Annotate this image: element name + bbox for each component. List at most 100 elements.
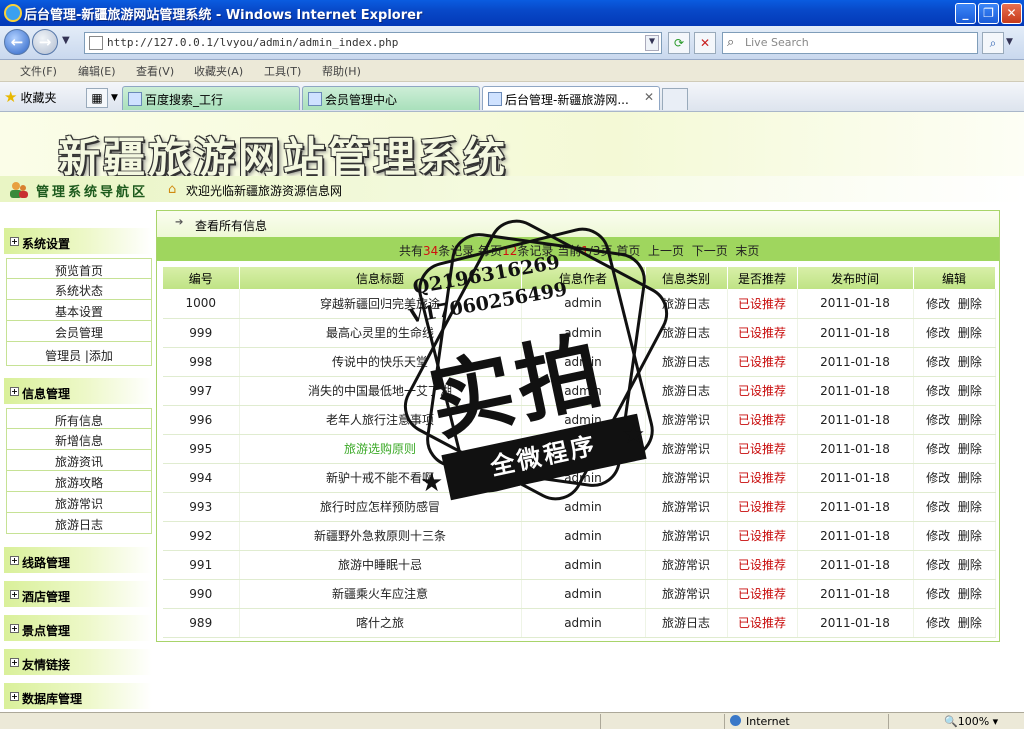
- cell-title[interactable]: 喀什之旅: [239, 608, 522, 638]
- search-input[interactable]: ⌕ Live Search: [722, 32, 978, 54]
- delete-link[interactable]: 删除: [958, 500, 982, 514]
- sidebar-item-preview[interactable]: 预览首页: [6, 258, 152, 279]
- edit-link[interactable]: 修改: [926, 297, 950, 311]
- cell-title[interactable]: 旅行时应怎样预防感冒: [239, 492, 522, 522]
- cell-recommend[interactable]: 已设推荐: [727, 289, 798, 319]
- cell-title[interactable]: 新疆野外急救原则十三条: [239, 521, 522, 551]
- cell-recommend[interactable]: 已设推荐: [727, 318, 798, 348]
- sidebar-section-system[interactable]: + 系统设置: [4, 228, 152, 254]
- edit-link[interactable]: 修改: [926, 558, 950, 572]
- sidebar-item-all-info[interactable]: 所有信息: [6, 408, 152, 429]
- edit-link[interactable]: 修改: [926, 500, 950, 514]
- last-page-link[interactable]: 末页: [735, 244, 759, 258]
- edit-link[interactable]: 修改: [926, 616, 950, 630]
- menu-favorites[interactable]: 收藏夹(A): [194, 63, 243, 79]
- maximize-button[interactable]: ❐: [978, 3, 999, 24]
- cell-recommend[interactable]: 已设推荐: [727, 463, 798, 493]
- delete-link[interactable]: 删除: [958, 384, 982, 398]
- delete-link[interactable]: 删除: [958, 471, 982, 485]
- cell-title[interactable]: 旅游中睡眠十忌: [239, 550, 522, 580]
- cell-recommend[interactable]: 已设推荐: [727, 492, 798, 522]
- cell-recommend[interactable]: 已设推荐: [727, 608, 798, 638]
- cell-title[interactable]: 老年人旅行注意事项: [239, 405, 522, 435]
- sidebar-section-scenic[interactable]: + 景点管理: [4, 615, 152, 641]
- delete-link[interactable]: 删除: [958, 587, 982, 601]
- minimize-button[interactable]: _: [955, 3, 976, 24]
- cell-recommend[interactable]: 已设推荐: [727, 550, 798, 580]
- delete-link[interactable]: 删除: [958, 326, 982, 340]
- cell-recommend[interactable]: 已设推荐: [727, 434, 798, 464]
- quick-tabs-icon[interactable]: ▦: [86, 88, 108, 108]
- cell-title[interactable]: 传说中的快乐天堂: [239, 347, 522, 377]
- address-url-text: http://127.0.0.1/lvyou/admin/admin_index…: [107, 36, 399, 49]
- tab-baidu[interactable]: 百度搜索_工行: [122, 86, 300, 110]
- new-tab-button[interactable]: [662, 88, 688, 110]
- sidebar-item-members[interactable]: 会员管理: [6, 321, 152, 342]
- sidebar-item-basic-settings[interactable]: 基本设置: [6, 300, 152, 321]
- menu-edit[interactable]: 编辑(E): [78, 63, 116, 79]
- sidebar-section-info[interactable]: + 信息管理: [4, 378, 152, 404]
- cell-recommend[interactable]: 已设推荐: [727, 405, 798, 435]
- cell-title[interactable]: 旅游选购原则: [239, 434, 522, 464]
- edit-link[interactable]: 修改: [926, 326, 950, 340]
- sidebar-item-travel-tips[interactable]: 旅游常识: [6, 492, 152, 513]
- sidebar-item-admins[interactable]: 管理员 |添加: [6, 342, 152, 366]
- favorites-button[interactable]: ★ 收藏夹: [4, 88, 56, 106]
- cell-recommend[interactable]: 已设推荐: [727, 347, 798, 377]
- cell-recommend[interactable]: 已设推荐: [727, 579, 798, 609]
- edit-link[interactable]: 修改: [926, 384, 950, 398]
- edit-link[interactable]: 修改: [926, 355, 950, 369]
- menu-tools[interactable]: 工具(T): [264, 63, 301, 79]
- first-page-link[interactable]: 首页: [616, 244, 640, 258]
- delete-link[interactable]: 删除: [958, 355, 982, 369]
- zoom-control[interactable]: 🔍100% ▾: [944, 715, 998, 728]
- delete-link[interactable]: 删除: [958, 442, 982, 456]
- address-dropdown-icon[interactable]: ▼: [645, 35, 659, 51]
- edit-link[interactable]: 修改: [926, 587, 950, 601]
- cell-title[interactable]: 新疆乘火车应注意: [239, 579, 522, 609]
- cell-recommend[interactable]: 已设推荐: [727, 376, 798, 406]
- menu-file[interactable]: 文件(F): [20, 63, 57, 79]
- prev-page-link[interactable]: 上一页: [648, 244, 684, 258]
- delete-link[interactable]: 删除: [958, 297, 982, 311]
- edit-link[interactable]: 修改: [926, 413, 950, 427]
- refresh-icon[interactable]: ⟳: [668, 32, 690, 54]
- history-dropdown-icon[interactable]: ▼: [62, 35, 70, 46]
- sidebar-item-add-info[interactable]: 新增信息: [6, 429, 152, 450]
- sidebar-section-hotels[interactable]: + 酒店管理: [4, 581, 152, 607]
- edit-link[interactable]: 修改: [926, 471, 950, 485]
- sidebar-item-travel-news[interactable]: 旅游资讯: [6, 450, 152, 471]
- sidebar-section-links[interactable]: + 友情链接: [4, 649, 152, 675]
- next-page-link[interactable]: 下一页: [692, 244, 728, 258]
- cell-title[interactable]: 最高心灵里的生命线: [239, 318, 522, 348]
- close-window-button[interactable]: ✕: [1001, 3, 1022, 24]
- sidebar-item-travel-log[interactable]: 旅游日志: [6, 513, 152, 534]
- forward-button[interactable]: →: [32, 29, 58, 55]
- sidebar-item-status[interactable]: 系统状态: [6, 279, 152, 300]
- sidebar-section-database[interactable]: + 数据库管理: [4, 683, 152, 709]
- delete-link[interactable]: 删除: [958, 413, 982, 427]
- cell-recommend[interactable]: 已设推荐: [727, 521, 798, 551]
- tab-member-center[interactable]: 会员管理中心: [302, 86, 480, 110]
- tab-admin[interactable]: 后台管理-新疆旅游网... ✕: [482, 86, 660, 110]
- menu-view[interactable]: 查看(V): [136, 63, 174, 79]
- edit-link[interactable]: 修改: [926, 442, 950, 456]
- cell-title[interactable]: 穿越新疆回归完美旅途: [239, 289, 522, 319]
- edit-link[interactable]: 修改: [926, 529, 950, 543]
- tab-list-dropdown-icon[interactable]: ▼: [111, 93, 118, 103]
- cell-actions: 修改 删除: [913, 550, 996, 580]
- menu-help[interactable]: 帮助(H): [322, 63, 361, 79]
- address-input[interactable]: http://127.0.0.1/lvyou/admin/admin_index…: [84, 32, 662, 54]
- sidebar-item-travel-guide[interactable]: 旅游攻略: [6, 471, 152, 492]
- search-go-button[interactable]: ⌕: [982, 32, 1004, 54]
- sidebar-section-routes[interactable]: + 线路管理: [4, 547, 152, 573]
- cell-title[interactable]: 消失的中国最低地一艾丁湖: [239, 376, 522, 406]
- cell-title[interactable]: 新驴十戒不能不看啊: [239, 463, 522, 493]
- delete-link[interactable]: 删除: [958, 529, 982, 543]
- delete-link[interactable]: 删除: [958, 558, 982, 572]
- search-options-icon[interactable]: ▼: [1006, 37, 1013, 47]
- stop-icon[interactable]: ✕: [694, 32, 716, 54]
- back-button[interactable]: ←: [4, 29, 30, 55]
- delete-link[interactable]: 删除: [958, 616, 982, 630]
- tab-close-icon[interactable]: ✕: [644, 90, 654, 104]
